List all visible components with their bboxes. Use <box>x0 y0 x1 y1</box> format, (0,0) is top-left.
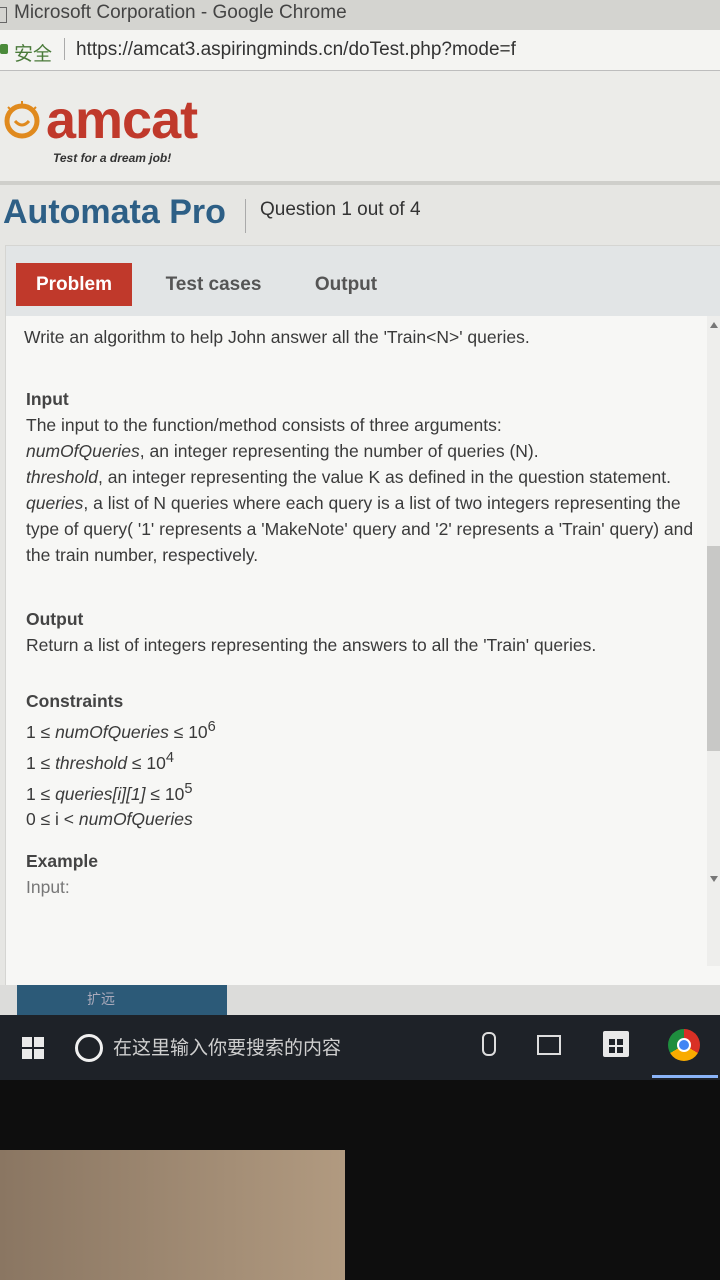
secure-label[interactable]: 安全 <box>14 39 52 66</box>
arg-3-desc: , a list of N queries where each query i… <box>26 493 694 565</box>
example-section: Example Input: <box>26 848 704 900</box>
output-section: Output Return a list of integers represe… <box>26 606 704 658</box>
tab-output[interactable]: Output <box>296 263 396 306</box>
bottom-thumb-text: 扩远 <box>87 991 115 1007</box>
header-separator <box>245 199 246 233</box>
arg-1-name: numOfQueries <box>26 441 140 461</box>
output-text: Return a list of integers representing t… <box>26 635 597 655</box>
scroll-up-arrow-icon[interactable] <box>710 322 718 328</box>
output-heading: Output <box>26 609 84 629</box>
arg-1-desc: , an integer representing the number of … <box>139 441 539 461</box>
problem-content: Write an algorithm to help John answer a… <box>24 316 704 966</box>
tab-test-cases[interactable]: Test cases <box>151 263 276 306</box>
constraints-heading: Constraints <box>26 691 124 711</box>
constraint-1: 1 ≤ numOfQueries ≤ 106 <box>26 714 704 745</box>
c1-exp: 6 <box>207 719 216 735</box>
arg-2-name: threshold <box>26 467 98 487</box>
c1-var: numOfQueries <box>55 721 169 742</box>
input-lead: The input to the function/method consist… <box>26 415 502 435</box>
bottom-thumbnail: 扩远 <box>17 985 227 1015</box>
scroll-down-arrow-icon[interactable] <box>710 876 718 882</box>
address-bar[interactable]: 安全 https://amcat3.aspiringminds.cn/doTes… <box>0 30 720 71</box>
task-view-icon[interactable] <box>537 1035 561 1055</box>
input-heading: Input <box>26 389 69 409</box>
cortana-icon[interactable] <box>75 1034 103 1062</box>
scrollbar-thumb[interactable] <box>707 546 720 751</box>
tab-problem[interactable]: Problem <box>16 263 132 306</box>
c4-pre: 0 ≤ i < <box>26 809 79 830</box>
arg-3-name: queries <box>26 493 84 513</box>
problem-intro: Write an algorithm to help John answer a… <box>24 327 530 347</box>
question-counter: Question 1 out of 4 <box>260 199 421 220</box>
url-text[interactable]: https://amcat3.aspiringminds.cn/doTest.p… <box>76 39 516 61</box>
bulb-logo-icon <box>4 101 40 139</box>
window-icon <box>0 7 7 23</box>
microphone-icon[interactable] <box>482 1032 496 1056</box>
chrome-icon[interactable] <box>668 1029 700 1061</box>
input-arg-1: numOfQueries, an integer representing th… <box>26 438 704 464</box>
taskbar-search-input[interactable]: 在这里输入你要搜索的内容 <box>113 1033 341 1060</box>
input-section: Input The input to the function/method c… <box>26 386 704 568</box>
c2-pre: 1 ≤ <box>26 752 56 773</box>
c1-pre: 1 ≤ <box>26 721 56 742</box>
screen: Microsoft Corporation - Google Chrome 安全… <box>0 0 720 1080</box>
constraint-4: 0 ≤ i < numOfQueries <box>26 806 704 832</box>
c2-var: threshold <box>55 752 128 773</box>
example-input-label: Input: <box>26 877 70 897</box>
c2-post: ≤ 10 <box>127 752 166 773</box>
c3-pre: 1 ≤ <box>26 783 56 804</box>
c2-exp: 4 <box>165 749 174 766</box>
windows-start-icon[interactable] <box>22 1037 44 1059</box>
constraint-3: 1 ≤ queries[i][1] ≤ 105 <box>26 776 704 807</box>
c3-post: ≤ 10 <box>145 783 185 804</box>
arg-2-desc: , an integer representing the value K as… <box>98 467 672 487</box>
c1-post: ≤ 10 <box>168 721 208 742</box>
test-title: Automata Pro <box>3 193 226 231</box>
desk-surface <box>0 1150 345 1280</box>
logo-tagline: Test for a dream job! <box>53 151 172 165</box>
site-header: amcat Test for a dream job! <box>0 71 720 181</box>
address-separator <box>64 38 65 60</box>
tab-bar: Problem Test cases Output <box>6 246 720 316</box>
test-header: Automata Pro Question 1 out of 4 <box>0 185 720 240</box>
store-icon[interactable] <box>603 1031 629 1057</box>
page-bottom-strip: 扩远 <box>0 985 720 1015</box>
constraints-section: Constraints 1 ≤ numOfQueries ≤ 106 1 ≤ t… <box>26 688 704 832</box>
input-arg-3: queries, a list of N queries where each … <box>26 490 704 568</box>
constraint-2: 1 ≤ threshold ≤ 104 <box>26 745 704 776</box>
c3-var: queries[i][1] <box>55 783 146 804</box>
c4-var: numOfQueries <box>78 809 193 830</box>
example-heading: Example <box>26 851 98 871</box>
lock-icon <box>0 44 8 54</box>
c3-exp: 5 <box>184 780 193 797</box>
input-arg-2: threshold, an integer representing the v… <box>26 464 704 490</box>
windows-taskbar: 在这里输入你要搜索的内容 <box>0 1015 720 1080</box>
browser-titlebar: Microsoft Corporation - Google Chrome <box>0 0 720 30</box>
active-app-indicator <box>652 1075 718 1078</box>
window-title: Microsoft Corporation - Google Chrome <box>14 2 347 23</box>
problem-panel: Problem Test cases Output Write an algor… <box>5 245 720 987</box>
logo-wordmark: amcat <box>46 90 198 150</box>
